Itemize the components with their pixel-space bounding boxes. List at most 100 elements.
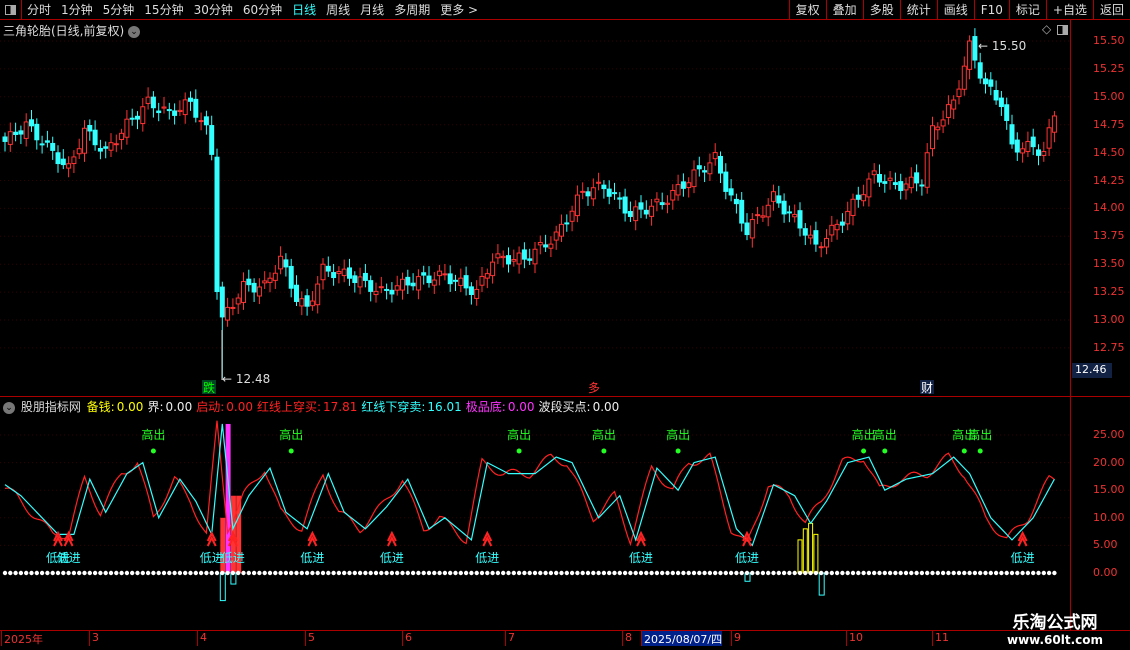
zero-dot bbox=[638, 570, 644, 576]
zero-dot bbox=[569, 570, 575, 576]
candle-body bbox=[755, 214, 761, 217]
zero-dot bbox=[702, 570, 707, 576]
candle-body bbox=[34, 123, 40, 141]
candle-body bbox=[983, 78, 988, 85]
zero-dot bbox=[384, 570, 389, 576]
zero-dot bbox=[490, 570, 495, 576]
zero-dot bbox=[781, 570, 787, 576]
zero-dot bbox=[760, 570, 766, 576]
zero-dot bbox=[474, 570, 479, 576]
zero-dot bbox=[956, 570, 962, 576]
date-label: 3 bbox=[89, 631, 99, 646]
zero-dot bbox=[45, 570, 50, 576]
zero-dot bbox=[554, 570, 559, 576]
candle-body bbox=[712, 152, 718, 160]
zero-dot bbox=[421, 570, 426, 576]
candle-body bbox=[230, 306, 236, 309]
candle-body bbox=[877, 174, 882, 183]
price-tick: 14.50 bbox=[1093, 145, 1125, 159]
candle-body bbox=[256, 286, 262, 297]
indicator-name[interactable]: 股朋指标网 bbox=[21, 400, 81, 414]
candle-body bbox=[44, 140, 50, 143]
zero-dot bbox=[389, 570, 395, 576]
candle-body bbox=[484, 273, 490, 279]
zero-dot bbox=[442, 570, 448, 576]
zero-dot bbox=[114, 570, 119, 576]
candle-body bbox=[797, 210, 803, 229]
zero-dot bbox=[400, 570, 405, 576]
price-tick: 12.75 bbox=[1093, 340, 1125, 354]
zero-dot bbox=[548, 570, 554, 576]
candle-body bbox=[426, 275, 432, 284]
zero-dot bbox=[893, 570, 898, 576]
candle-body bbox=[325, 265, 331, 272]
candle-body bbox=[696, 165, 702, 170]
zero-dot bbox=[13, 570, 18, 576]
candle-body bbox=[119, 132, 125, 141]
zero-dot bbox=[188, 570, 193, 576]
zero-dot bbox=[225, 570, 230, 576]
high-dot bbox=[977, 448, 983, 454]
indicator-number: 16.01 bbox=[427, 400, 462, 414]
candle-body bbox=[633, 206, 639, 222]
zero-dot bbox=[410, 570, 416, 576]
candle-body bbox=[908, 176, 914, 189]
zero-dot bbox=[1004, 570, 1009, 576]
zero-dot bbox=[469, 570, 474, 576]
zero-dot bbox=[1046, 570, 1052, 576]
event-marker-die: 跌 bbox=[203, 380, 215, 395]
candle-body bbox=[352, 275, 358, 284]
chevron-down-icon[interactable]: ⌄ bbox=[3, 401, 15, 414]
zero-dot bbox=[294, 570, 299, 576]
zero-dot bbox=[230, 570, 236, 576]
zero-dot bbox=[145, 570, 151, 576]
date-label: 2025/08/07/四 bbox=[641, 631, 723, 646]
up-arrow-icon bbox=[1017, 530, 1028, 547]
zero-dot bbox=[1041, 570, 1047, 576]
zero-dot bbox=[262, 570, 267, 576]
indicator-value: 备钱: 0.00 bbox=[87, 400, 146, 414]
candle-body bbox=[532, 248, 538, 265]
indicator-number: 0.00 bbox=[507, 400, 535, 414]
zero-dot bbox=[236, 570, 241, 576]
zero-dot bbox=[273, 570, 278, 576]
zero-dot bbox=[967, 570, 972, 576]
candle-body bbox=[845, 210, 851, 225]
candle-body bbox=[914, 172, 920, 184]
high-signal-label: 高出 bbox=[666, 427, 690, 442]
zero-dot bbox=[368, 570, 373, 576]
zero-dot bbox=[607, 570, 612, 576]
zero-dot bbox=[898, 570, 903, 576]
candle-body bbox=[977, 62, 983, 79]
candle-body bbox=[728, 188, 734, 196]
zero-dot bbox=[882, 570, 887, 576]
current-price-tag: 12.46 bbox=[1072, 363, 1112, 378]
candle-body bbox=[267, 277, 273, 283]
zero-dot bbox=[448, 570, 453, 576]
kline-chart[interactable]: ← 15.50← 12.48跌多财高出 高出 高出 高出 高出 高出高出 高出高出低进低进低… bbox=[0, 0, 1130, 650]
zero-dot bbox=[856, 570, 861, 576]
zero-dot bbox=[98, 570, 103, 576]
zero-dot bbox=[379, 570, 384, 576]
low-price-label: ← 12.48 bbox=[222, 372, 270, 386]
zero-dot bbox=[532, 570, 538, 576]
zero-dot bbox=[824, 570, 829, 576]
price-tick: 15.25 bbox=[1093, 61, 1125, 75]
zero-dot bbox=[315, 570, 320, 576]
candle-body bbox=[29, 119, 34, 127]
candle-body bbox=[659, 202, 665, 206]
candle-body bbox=[521, 249, 527, 260]
candle-body bbox=[166, 109, 172, 112]
date-label: 6 bbox=[402, 631, 412, 646]
zero-dot bbox=[1052, 570, 1057, 576]
zero-dot bbox=[633, 570, 638, 576]
zero-dot bbox=[34, 570, 39, 576]
candle-body bbox=[718, 155, 723, 174]
candle-body bbox=[304, 295, 310, 307]
candle-body bbox=[824, 237, 829, 248]
candle-body bbox=[13, 131, 19, 135]
zero-dot bbox=[458, 570, 463, 576]
candle-body bbox=[680, 181, 686, 189]
candle-body bbox=[771, 191, 776, 202]
candle-body bbox=[993, 90, 999, 101]
